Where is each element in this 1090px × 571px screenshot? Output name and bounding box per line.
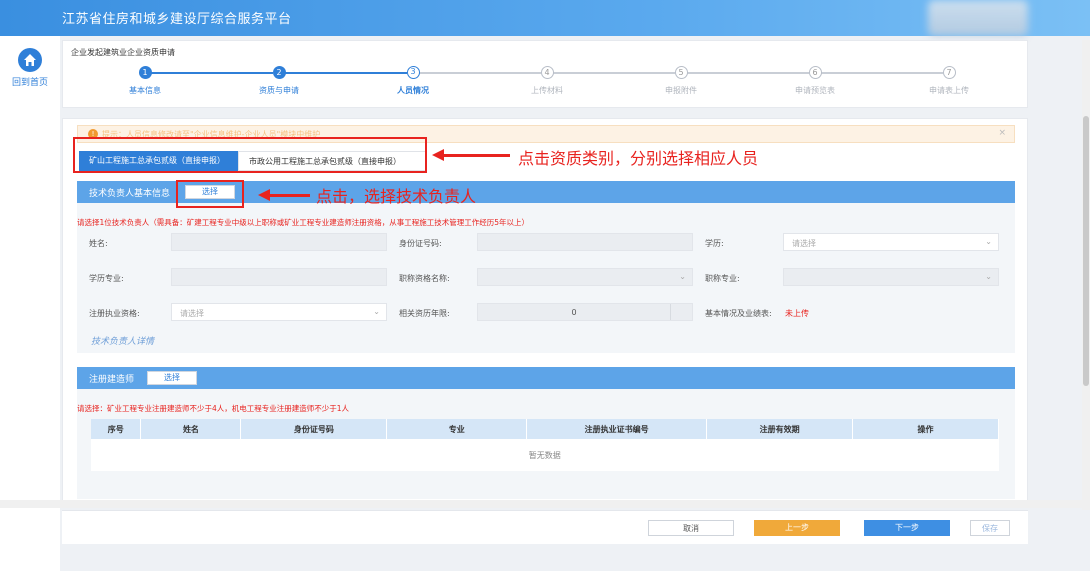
edu-label: 学历: [705, 239, 724, 248]
title-label: 职称资格名称: [399, 274, 450, 283]
user-avatar[interactable] [928, 0, 1028, 36]
reg-label: 注册执业资格: [89, 309, 140, 318]
prev-step-button[interactable]: 上一步 [754, 520, 840, 536]
id-label: 身份证号码: [399, 239, 442, 248]
step-label: 资质与申请 [259, 86, 299, 95]
step-4[interactable]: 4 上传材料 [487, 66, 607, 96]
builders-table: 序号 姓名 身份证号码 专业 注册执业证书编号 注册有效期 操作 暂无数据 [91, 419, 999, 471]
stepper-controls[interactable] [670, 304, 692, 320]
major-field [171, 268, 387, 286]
step-label: 申请预览表 [795, 86, 835, 95]
name-field [171, 233, 387, 251]
select-builders-button[interactable]: 选择 [147, 371, 197, 385]
step-1[interactable]: 1 基本信息 [85, 66, 205, 96]
cancel-button[interactable]: 取消 [648, 520, 734, 536]
footer-bar: 取消 上一步 下一步 保存 [62, 510, 1028, 544]
tabs-annotation: 点击资质类别，分别选择相应人员 [518, 149, 759, 168]
step-number: 6 [808, 66, 822, 79]
content-panel: ! 提示：人员信息修改请至"企业信息维护-企业人员"模块中维护 × 矿山工程施工… [62, 118, 1028, 508]
top-header: 江苏省住房和城乡建设厅综合服务平台 [0, 0, 1090, 36]
breadcrumb: 企业发起建筑业企业资质申请 [71, 48, 175, 57]
section-title: 技术负责人基本信息 [89, 189, 171, 199]
builders-header: 注册建造师 选择 [77, 367, 1015, 389]
step-label: 申请表上传 [929, 86, 969, 95]
table-row: 暂无数据 [91, 439, 999, 471]
reg-select[interactable]: 请选择 ⌄ [171, 303, 387, 321]
steps-card: 企业发起建筑业企业资质申请 1 基本信息 2 资质与申请 3 人员情况 4 上传… [62, 40, 1028, 108]
empty-text: 暂无数据 [91, 439, 999, 471]
step-label: 上传材料 [531, 86, 563, 95]
select-highlight-box [176, 180, 244, 208]
select-annotation: 点击，选择技术负责人 [316, 187, 477, 206]
home-icon [18, 48, 42, 72]
step-number: 1 [138, 66, 152, 79]
col-index: 序号 [91, 419, 142, 439]
step-7[interactable]: 7 申请表上传 [889, 66, 1009, 96]
chevron-down-icon: ⌄ [985, 272, 992, 281]
chevron-down-icon: ⌄ [985, 237, 992, 246]
step-number: 5 [674, 66, 688, 79]
chevron-down-icon: ⌄ [679, 272, 686, 281]
reg-placeholder: 请选择 [180, 309, 204, 318]
left-sidebar: 回到首页 [0, 36, 60, 571]
chevron-down-icon: ⌄ [373, 307, 380, 316]
step-label: 申报附件 [665, 86, 697, 95]
title-select[interactable]: ⌄ [477, 268, 693, 286]
main-area: 企业发起建筑业企业资质申请 1 基本信息 2 资质与申请 3 人员情况 4 上传… [62, 40, 1028, 510]
step-6[interactable]: 6 申请预览表 [755, 66, 875, 96]
annotation-arrow [258, 189, 310, 201]
tech-lead-requirement: 请选择1位技术负责人（需具备：矿建工程专业中级以上职称或矿业工程专业建造师注册资… [77, 218, 530, 227]
perf-status: 未上传 [785, 309, 809, 318]
table-header-row: 序号 姓名 身份证号码 专业 注册执业证书编号 注册有效期 操作 [91, 419, 999, 439]
step-number: 4 [540, 66, 554, 79]
step-number: 3 [406, 66, 420, 79]
tabs-highlight-box [73, 137, 427, 173]
title-major-select[interactable]: ⌄ [783, 268, 999, 286]
tech-lead-detail-link[interactable]: 技术负责人详情 [91, 334, 154, 347]
save-button[interactable]: 保存 [970, 520, 1010, 536]
col-major: 专业 [386, 419, 528, 439]
step-2[interactable]: 2 资质与申请 [219, 66, 339, 96]
step-label: 基本信息 [129, 86, 161, 95]
years-value: 0 [571, 308, 577, 317]
step-number: 2 [272, 66, 286, 79]
name-label: 姓名: [89, 239, 108, 248]
scroll-thumb[interactable] [1083, 116, 1089, 386]
edu-placeholder: 请选择 [792, 239, 816, 248]
years-stepper[interactable]: 0 [477, 303, 693, 321]
step-label: 人员情况 [397, 86, 429, 95]
col-cert-no: 注册执业证书编号 [526, 419, 708, 439]
site-title: 江苏省住房和城乡建设厅综合服务平台 [62, 12, 292, 27]
col-actions: 操作 [852, 419, 999, 439]
builders-requirement: 请选择：矿业工程专业注册建造师不少于4人，机电工程专业注册建造师不少于1人 [77, 404, 350, 413]
step-number: 7 [942, 66, 956, 79]
col-name: 姓名 [140, 419, 242, 439]
step-3[interactable]: 3 人员情况 [353, 66, 473, 96]
vertical-scrollbar[interactable] [1082, 40, 1090, 510]
years-label: 相关资历年限: [399, 309, 450, 318]
section-title: 注册建造师 [89, 375, 135, 385]
horizontal-scrollbar[interactable] [0, 500, 1082, 508]
perf-label: 基本情况及业绩表: [705, 309, 772, 318]
col-id: 身份证号码 [240, 419, 388, 439]
id-field [477, 233, 693, 251]
close-icon[interactable]: × [998, 128, 1006, 138]
edu-select[interactable]: 请选择 ⌄ [783, 233, 999, 251]
title-major-label: 职称专业: [705, 274, 740, 283]
next-step-button[interactable]: 下一步 [864, 520, 950, 536]
step-5[interactable]: 5 申报附件 [621, 66, 741, 96]
major-label: 学历专业: [89, 274, 124, 283]
home-button[interactable]: 回到首页 [7, 44, 53, 96]
col-valid: 注册有效期 [706, 419, 854, 439]
home-label: 回到首页 [11, 78, 48, 88]
annotation-arrow [432, 149, 510, 161]
